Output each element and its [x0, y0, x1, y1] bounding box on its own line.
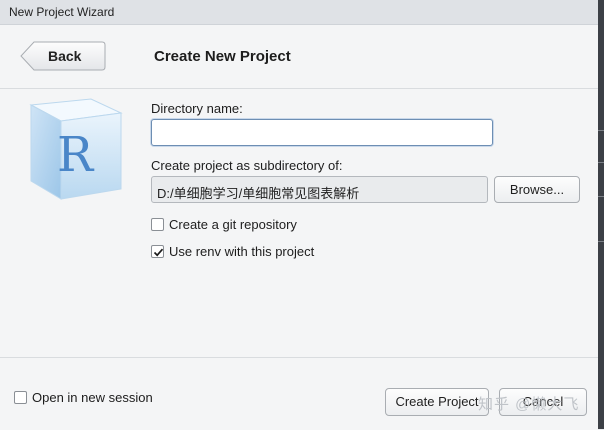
renv-checkbox-box[interactable] [151, 245, 164, 258]
git-checkbox-label: Create a git repository [169, 217, 297, 232]
window-title: New Project Wizard [9, 5, 115, 19]
browse-button[interactable]: Browse... [494, 176, 580, 203]
open-new-session-checkbox-box[interactable] [14, 391, 27, 404]
directory-name-label: Directory name: [151, 101, 243, 116]
zhihu-watermark: 知乎 @懒大飞 [478, 396, 580, 413]
checkmark-icon [153, 248, 164, 257]
git-repository-checkbox[interactable]: Create a git repository [151, 217, 321, 234]
back-button[interactable]: Back [20, 41, 106, 71]
back-button-label: Back [48, 48, 82, 64]
subdirectory-path-value: D:/单细胞学习/单细胞常见图表解析 [157, 186, 360, 201]
wizard-panel: Back Create New Project R Directory name… [0, 25, 598, 430]
page-title: Create New Project [154, 48, 291, 65]
renv-checkbox[interactable]: Use renv with this project [151, 244, 341, 261]
r-project-logo-icon: R [29, 98, 123, 200]
wizard-header: Back Create New Project [0, 25, 598, 89]
subdirectory-label: Create project as subdirectory of: [151, 158, 343, 173]
subdirectory-path-field[interactable]: D:/单细胞学习/单细胞常见图表解析 [151, 176, 488, 203]
open-new-session-checkbox[interactable]: Open in new session [14, 390, 164, 407]
window-titlebar: New Project Wizard [0, 0, 598, 25]
renv-checkbox-label: Use renv with this project [169, 244, 315, 259]
directory-name-input[interactable] [151, 119, 493, 146]
git-checkbox-box[interactable] [151, 218, 164, 231]
background-window-edge [598, 0, 604, 429]
r-logo-letter: R [57, 127, 95, 183]
create-project-button[interactable]: Create Project [385, 388, 489, 416]
open-new-session-label: Open in new session [32, 390, 153, 405]
